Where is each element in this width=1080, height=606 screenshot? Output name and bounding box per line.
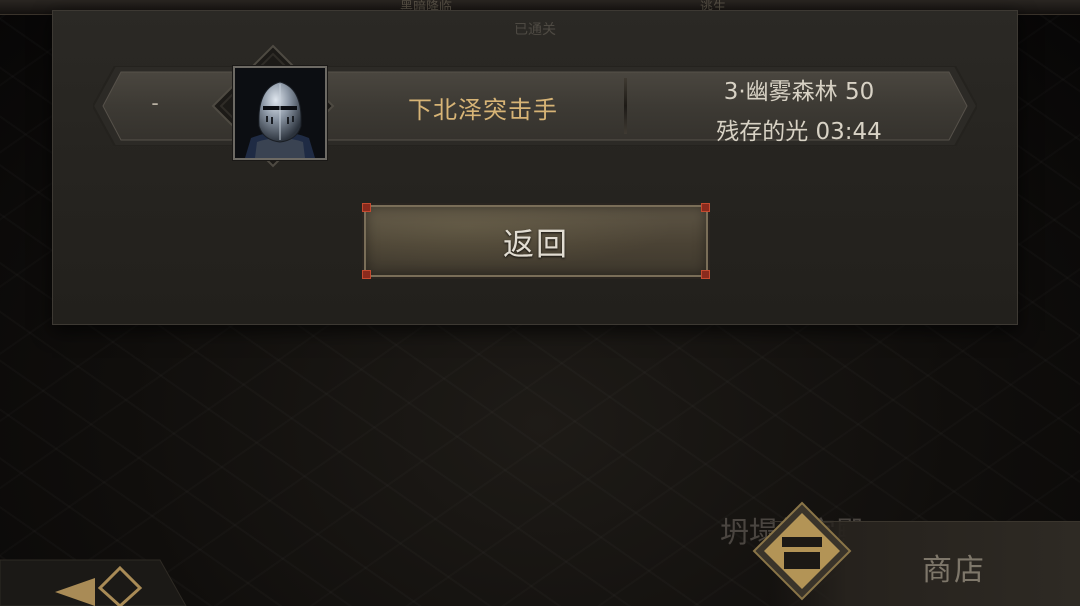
button-corner xyxy=(362,270,371,279)
back-arrow-icon xyxy=(0,559,187,606)
back-button[interactable]: 返回 xyxy=(362,203,710,279)
stage-info: 3·幽雾森林 50 残存的光 03:44 xyxy=(663,72,935,152)
rank-label: - xyxy=(151,90,159,115)
back-button-label: 返回 xyxy=(503,226,569,263)
result-dialog: 已通关 - 下北泽突击手 3·幽雾森林 50 残存的光 03:44 返回 xyxy=(52,10,1018,325)
game-screen: 黑暗降临 逃生 已通关 - 下北泽突击手 3·幽雾森林 50 残存的光 03:4… xyxy=(0,0,1080,606)
dialog-title: 已通关 xyxy=(514,22,556,38)
shop-label[interactable]: 商店 xyxy=(922,545,986,589)
player-result-row: - 下北泽突击手 3·幽雾森林 50 残存的光 03:44 xyxy=(93,44,977,168)
remaining-light-text: 残存的光 03:44 xyxy=(716,119,882,145)
knight-helmet-icon xyxy=(235,68,325,158)
avatar xyxy=(233,66,327,160)
row-divider xyxy=(624,78,627,134)
button-corner xyxy=(701,270,710,279)
avatar-frame xyxy=(211,44,335,168)
stage-progress-text: 3·幽雾森林 50 xyxy=(723,79,875,105)
button-corner xyxy=(701,203,710,212)
treasure-chest-icon xyxy=(752,501,852,601)
bottom-left-nav[interactable] xyxy=(0,548,190,606)
button-corner xyxy=(362,203,371,212)
shop-area: 坍塌的宫殿 商店 xyxy=(700,495,1080,606)
player-name: 下北泽突击手 xyxy=(408,96,558,124)
shop-button[interactable] xyxy=(752,501,852,601)
